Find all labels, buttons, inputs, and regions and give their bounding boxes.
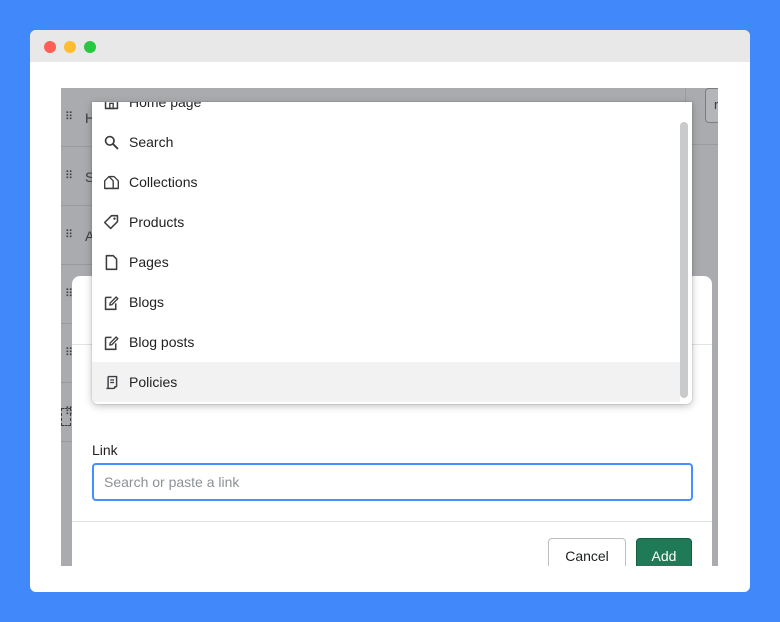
app-screenshot-area: ⠿ H ⠿ S ⠿ A ⠿ ⠿ ⠿ r Link Search or paste… (61, 88, 718, 566)
blog-edit-icon (102, 293, 120, 311)
drag-handle-icon: ⠿ (65, 347, 73, 359)
page-icon (102, 253, 120, 271)
maximize-window-button[interactable] (84, 41, 96, 53)
drag-handle-icon: ⠿ (65, 111, 73, 123)
add-menu-item-placeholder (61, 408, 71, 426)
search-icon (102, 133, 120, 151)
dropdown-item-blog-posts[interactable]: Blog posts (92, 322, 680, 362)
tag-icon (102, 213, 120, 231)
link-field-label: Link (92, 442, 118, 458)
dropdown-item-label: Blogs (129, 294, 165, 310)
dropdown-item-label: Collections (129, 174, 198, 190)
dropdown-item-home-page[interactable]: Home page (92, 102, 680, 122)
cancel-button[interactable]: Cancel (548, 538, 626, 566)
policy-scroll-icon (102, 373, 120, 391)
dropdown-item-label: Search (129, 134, 174, 150)
drag-handle-icon: ⠿ (65, 170, 73, 182)
drag-handle-icon: ⠿ (65, 288, 73, 300)
dropdown-item-collections[interactable]: Collections (92, 162, 680, 202)
blog-post-edit-icon (102, 333, 120, 351)
link-search-input[interactable] (92, 463, 693, 501)
browser-window: ⠿ H ⠿ S ⠿ A ⠿ ⠿ ⠿ r Link Search or paste… (30, 30, 750, 592)
dropdown-scrollbar[interactable] (680, 122, 688, 398)
minimize-window-button[interactable] (64, 41, 76, 53)
add-button[interactable]: Add (636, 538, 692, 566)
drag-handle-icon: ⠿ (65, 229, 73, 241)
link-suggestions-dropdown: Home page Search Collections Products Pa… (92, 102, 692, 404)
close-window-button[interactable] (44, 41, 56, 53)
dropdown-item-label: Blog posts (129, 334, 195, 350)
dropdown-item-search[interactable]: Search (92, 122, 680, 162)
dropdown-item-label: Home page (129, 102, 202, 110)
collections-icon (102, 173, 120, 191)
dropdown-item-label: Policies (129, 374, 178, 390)
modal-footer-divider (72, 521, 712, 522)
dropdown-item-products[interactable]: Products (92, 202, 680, 242)
dropdown-item-label: Products (129, 214, 185, 230)
dropdown-item-pages[interactable]: Pages (92, 242, 680, 282)
window-titlebar (30, 30, 750, 62)
background-button-partial: r (705, 88, 718, 123)
dropdown-item-blogs[interactable]: Blogs (92, 282, 680, 322)
home-icon (102, 102, 120, 111)
dropdown-item-label: Pages (129, 254, 169, 270)
dropdown-item-policies[interactable]: Policies (92, 362, 680, 402)
